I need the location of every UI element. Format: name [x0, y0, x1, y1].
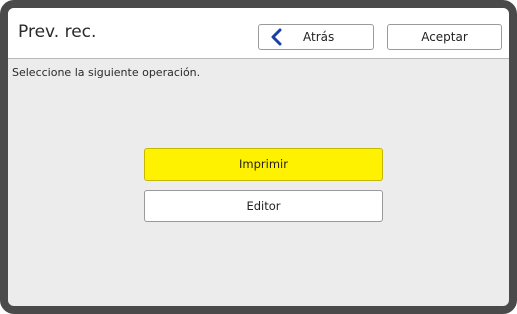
- accept-button[interactable]: Aceptar: [387, 24, 502, 50]
- back-button[interactable]: Atrás: [258, 24, 374, 50]
- instruction-text: Seleccione la siguiente operación.: [12, 66, 201, 79]
- screen-frame: Prev. rec. Atrás Aceptar Seleccione la s…: [0, 0, 517, 314]
- title-bar: Prev. rec. Atrás Aceptar: [8, 8, 509, 59]
- editor-button[interactable]: Editor: [144, 190, 383, 222]
- chevron-left-icon: [269, 28, 285, 46]
- print-button[interactable]: Imprimir: [144, 148, 383, 181]
- back-button-label: Atrás: [303, 30, 335, 44]
- page-title: Prev. rec.: [18, 22, 97, 42]
